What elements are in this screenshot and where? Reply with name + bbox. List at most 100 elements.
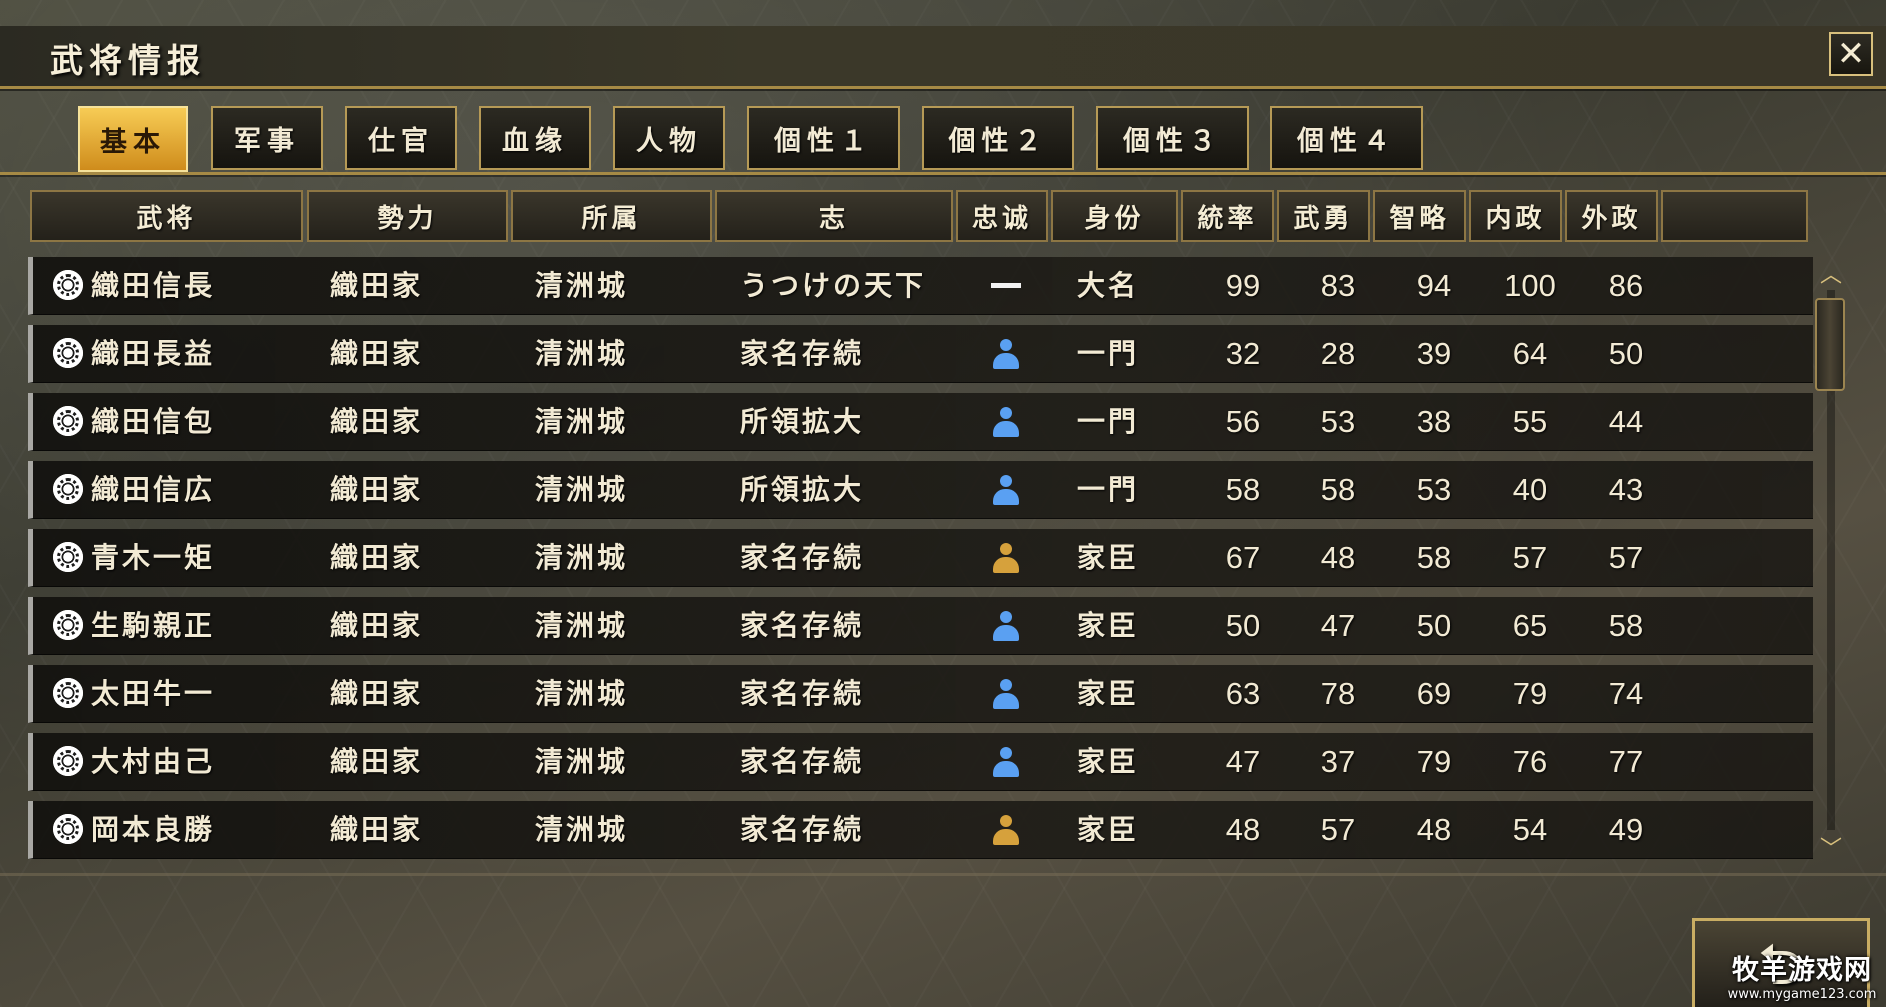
col-header-castle[interactable]: 所属	[511, 190, 712, 242]
tab-label: 個性２	[948, 125, 1048, 157]
stat-lead: 50	[1225, 608, 1261, 643]
tab-label: 人物	[636, 125, 702, 157]
tab-label: 仕官	[368, 125, 434, 157]
stat-politics: 57	[1512, 540, 1548, 575]
stat-politics: 54	[1512, 812, 1548, 847]
stat-intel: 69	[1416, 676, 1452, 711]
stat-politics: 79	[1512, 676, 1548, 711]
officer-name: 織田信広	[91, 473, 216, 506]
tab-trait-1[interactable]: 個性１	[747, 106, 900, 170]
officer-rank: 一門	[1077, 337, 1140, 370]
officer-castle: 清洲城	[535, 813, 629, 846]
officer-ambition: 所領拡大	[740, 405, 865, 438]
col-header-name[interactable]: 武将	[30, 190, 303, 242]
officer-castle: 清洲城	[535, 405, 629, 438]
tab-label: 個性３	[1123, 125, 1222, 157]
officer-ambition: うつけの天下	[740, 269, 927, 302]
table-row[interactable]: 織田長益 織田家 清洲城 家名存続 一門 32 28 39 64 50	[28, 325, 1813, 383]
officer-name: 織田信包	[91, 405, 216, 438]
loyalty-gold-person-icon	[991, 815, 1021, 847]
clan-crest-icon	[53, 474, 83, 504]
stat-intel: 48	[1416, 812, 1452, 847]
tab-label: 個性１	[774, 125, 873, 157]
bottom-divider	[0, 873, 1886, 876]
clan-crest-icon	[53, 338, 83, 368]
close-button[interactable]: ✕	[1829, 32, 1873, 76]
loyalty-blue-person-icon	[991, 475, 1021, 507]
table-row[interactable]: 太田牛一 織田家 清洲城 家名存続 家臣 63 78 69 79 74	[28, 665, 1813, 723]
stat-diplomacy: 44	[1608, 404, 1644, 439]
officer-name: 太田牛一	[91, 677, 216, 710]
officer-ambition: 家名存続	[740, 337, 865, 370]
officer-castle: 清洲城	[535, 677, 629, 710]
officer-faction: 織田家	[330, 745, 424, 778]
col-header-valor[interactable]: 武勇	[1277, 190, 1370, 242]
clan-crest-icon	[53, 542, 83, 572]
stat-valor: 48	[1320, 540, 1356, 575]
tab-military[interactable]: 军事	[211, 106, 323, 170]
col-header-intel[interactable]: 智略	[1373, 190, 1466, 242]
tab-trait-2[interactable]: 個性２	[922, 106, 1074, 170]
col-header-extra[interactable]	[1661, 190, 1808, 242]
tab-persona[interactable]: 人物	[613, 106, 725, 170]
tab-lineage[interactable]: 血缘	[479, 106, 591, 170]
stat-intel: 79	[1416, 744, 1452, 779]
stat-intel: 94	[1416, 268, 1452, 303]
stat-valor: 28	[1320, 336, 1356, 371]
stat-lead: 58	[1225, 472, 1261, 507]
clan-crest-icon	[53, 406, 83, 436]
officer-castle: 清洲城	[535, 337, 629, 370]
officer-rank: 家臣	[1077, 541, 1140, 574]
tab-label: 军事	[234, 125, 300, 157]
officer-faction: 織田家	[330, 813, 424, 846]
table-row[interactable]: 大村由己 織田家 清洲城 家名存続 家臣 47 37 79 76 77	[28, 733, 1813, 791]
officer-rank: 家臣	[1077, 609, 1140, 642]
stat-lead: 32	[1225, 336, 1261, 371]
scroll-down-icon[interactable]: ﹀	[1818, 839, 1844, 861]
tab-basic[interactable]: 基本	[78, 106, 188, 172]
window-title: 武将情报	[50, 41, 206, 80]
clan-crest-icon	[53, 610, 83, 640]
col-header-ambition[interactable]: 志	[715, 190, 953, 242]
col-header-faction[interactable]: 勢力	[307, 190, 508, 242]
officer-ambition: 家名存続	[740, 541, 865, 574]
table-row[interactable]: 織田信広 織田家 清洲城 所領拡大 一門 58 58 53 40 43	[28, 461, 1813, 519]
tab-service[interactable]: 仕官	[345, 106, 457, 170]
table-row[interactable]: 岡本良勝 織田家 清洲城 家名存続 家臣 48 57 48 54 49	[28, 801, 1813, 859]
stat-valor: 58	[1320, 472, 1356, 507]
officer-name: 青木一矩	[91, 541, 216, 574]
officer-name: 織田長益	[91, 337, 216, 370]
table-row[interactable]: 織田信包 織田家 清洲城 所領拡大 一門 56 53 38 55 44	[28, 393, 1813, 451]
officer-castle: 清洲城	[535, 473, 629, 506]
loyalty-gold-person-icon	[991, 543, 1021, 575]
stat-diplomacy: 49	[1608, 812, 1644, 847]
scrollbar-thumb[interactable]	[1815, 298, 1845, 391]
tab-trait-3[interactable]: 個性３	[1096, 106, 1249, 170]
stat-valor: 47	[1320, 608, 1356, 643]
officer-faction: 織田家	[330, 541, 424, 574]
col-header-politics[interactable]: 内政	[1469, 190, 1562, 242]
loyalty-blue-person-icon	[991, 679, 1021, 711]
officer-ambition: 家名存続	[740, 813, 865, 846]
stat-lead: 99	[1225, 268, 1261, 303]
officer-name: 岡本良勝	[91, 813, 216, 846]
stat-intel: 39	[1416, 336, 1452, 371]
stat-valor: 78	[1320, 676, 1356, 711]
tab-divider	[0, 172, 1886, 175]
col-header-loyalty[interactable]: 忠诚	[956, 190, 1048, 242]
table-row[interactable]: 生駒親正 織田家 清洲城 家名存続 家臣 50 47 50 65 58	[28, 597, 1813, 655]
col-header-diplomacy[interactable]: 外政	[1565, 190, 1658, 242]
tab-trait-4[interactable]: 個性４	[1270, 106, 1423, 170]
stat-lead: 67	[1225, 540, 1261, 575]
loyalty-blue-person-icon	[991, 611, 1021, 643]
scroll-up-icon[interactable]: ︿	[1818, 265, 1844, 287]
col-header-lead[interactable]: 統率	[1181, 190, 1274, 242]
clan-crest-icon	[53, 270, 83, 300]
officer-name: 織田信長	[91, 269, 216, 302]
table-row[interactable]: 青木一矩 織田家 清洲城 家名存続 家臣 67 48 58 57 57	[28, 529, 1813, 587]
stat-diplomacy: 74	[1608, 676, 1644, 711]
officer-rank: 家臣	[1077, 813, 1140, 846]
col-header-rank[interactable]: 身份	[1051, 190, 1178, 242]
officer-faction: 織田家	[330, 609, 424, 642]
table-row[interactable]: 織田信長 織田家 清洲城 うつけの天下 大名 99 83 94 100 86	[28, 257, 1813, 315]
